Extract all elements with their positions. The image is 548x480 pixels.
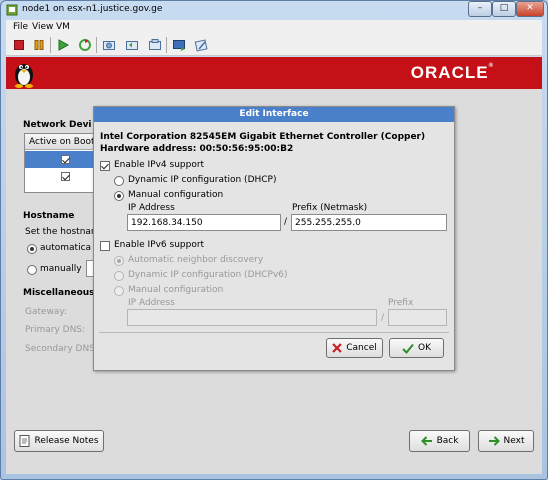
hardware-address: Hardware address: 00:50:56:95:00:B2 bbox=[100, 144, 294, 154]
enable-ipv6-label: Enable IPv6 support bbox=[114, 240, 205, 250]
enable-ipv4-label: Enable IPv4 support bbox=[114, 160, 205, 170]
menu-vm[interactable]: VM bbox=[56, 22, 70, 32]
active-on-boot-checkbox[interactable] bbox=[61, 172, 70, 181]
manage-snapshots-icon[interactable] bbox=[148, 38, 162, 52]
device-name: Intel Corporation 82545EM Gigabit Ethern… bbox=[100, 132, 426, 142]
window-title: node1 on esx-n1.justice.gov.ge bbox=[22, 4, 163, 14]
cancel-icon bbox=[332, 343, 343, 353]
menu-file[interactable]: File bbox=[13, 22, 28, 32]
stop-icon[interactable] bbox=[12, 38, 26, 52]
enable-ipv6-checkbox[interactable] bbox=[100, 241, 110, 251]
back-arrow-icon bbox=[420, 436, 432, 446]
ipv4-manual-radio[interactable] bbox=[114, 191, 124, 201]
toolbar-separator bbox=[96, 37, 97, 53]
ipv4-manual-label: Manual configuration bbox=[128, 190, 224, 200]
hostname-manual-label: manually bbox=[40, 264, 82, 274]
hostname-manual-radio[interactable] bbox=[27, 265, 37, 275]
ipv6-dhcp-label: Dynamic IP configuration (DHCPv6) bbox=[128, 270, 288, 280]
tux-penguin-icon bbox=[15, 64, 33, 88]
miscellaneous-heading: Miscellaneous bbox=[23, 288, 95, 298]
primary-dns-label: Primary DNS: bbox=[25, 325, 86, 335]
ipv4-prefix-input[interactable]: 255.255.255.0 bbox=[291, 214, 447, 231]
oracle-logo: ORACLE® bbox=[384, 63, 494, 83]
cancel-button[interactable]: Cancel bbox=[326, 338, 383, 358]
ipv6-auto-radio[interactable] bbox=[114, 256, 124, 266]
dialog-title: Edit Interface bbox=[94, 107, 454, 122]
ipv6-auto-label: Automatic neighbor discovery bbox=[128, 255, 264, 265]
close-button[interactable]: ✕ bbox=[516, 1, 544, 17]
next-label: Next bbox=[503, 436, 525, 446]
toolbar-separator bbox=[166, 37, 167, 53]
menu-view[interactable]: View bbox=[32, 22, 53, 32]
snapshot-icon[interactable] bbox=[102, 38, 116, 52]
network-device-row-selected[interactable] bbox=[25, 151, 95, 168]
ipv6-ip-address-input[interactable] bbox=[127, 309, 377, 326]
ipv4-ip-address-input[interactable]: 192.168.34.150 bbox=[127, 214, 281, 231]
hostname-automatic-label: automatica bbox=[40, 243, 92, 253]
pause-icon[interactable] bbox=[32, 38, 46, 52]
next-arrow-icon bbox=[488, 436, 500, 446]
ipv4-dhcp-radio[interactable] bbox=[114, 176, 124, 186]
ok-check-icon bbox=[402, 343, 414, 354]
reset-icon[interactable] bbox=[78, 38, 92, 52]
play-icon[interactable] bbox=[56, 38, 70, 52]
back-button[interactable]: Back bbox=[409, 430, 470, 452]
secondary-dns-label: Secondary DNS bbox=[25, 344, 95, 354]
ipv6-prefix-separator: / bbox=[381, 313, 385, 323]
active-on-boot-checkbox[interactable] bbox=[61, 155, 70, 164]
ipv6-prefix-label: Prefix bbox=[388, 298, 414, 308]
minimize-button[interactable]: – bbox=[468, 1, 492, 17]
registered-mark: ® bbox=[488, 63, 494, 69]
dialog-divider bbox=[99, 332, 449, 333]
hostname-automatic-radio[interactable] bbox=[27, 244, 37, 254]
revert-snapshot-icon[interactable] bbox=[125, 38, 139, 52]
active-on-boot-column-header[interactable]: Active on Boot bbox=[25, 134, 95, 150]
ipv6-manual-label: Manual configuration bbox=[128, 285, 224, 295]
next-button[interactable]: Next bbox=[478, 430, 534, 452]
ok-button[interactable]: OK bbox=[389, 338, 444, 358]
network-devices-heading: Network Devi bbox=[23, 120, 92, 130]
cancel-label: Cancel bbox=[346, 343, 377, 353]
release-notes-button[interactable]: Release Notes bbox=[14, 430, 104, 452]
menu-bar bbox=[6, 20, 542, 34]
ipv4-dhcp-label: Dynamic IP configuration (DHCP) bbox=[128, 175, 277, 185]
vm-app-icon bbox=[6, 4, 18, 16]
ipv6-ip-address-label: IP Address bbox=[128, 298, 175, 308]
oracle-logo-text: ORACLE bbox=[410, 63, 489, 82]
settings-icon[interactable] bbox=[194, 38, 208, 52]
ip-prefix-separator: / bbox=[284, 217, 288, 227]
ipv6-dhcp-radio[interactable] bbox=[114, 271, 124, 281]
toolbar-separator bbox=[50, 37, 51, 53]
ipv4-ip-address-label: IP Address bbox=[128, 203, 175, 213]
maximize-button[interactable]: □ bbox=[492, 1, 516, 17]
release-notes-label: Release Notes bbox=[34, 436, 99, 446]
console-icon[interactable] bbox=[172, 38, 186, 52]
notes-icon bbox=[19, 435, 30, 447]
hostname-heading: Hostname bbox=[23, 211, 75, 221]
ipv6-manual-radio[interactable] bbox=[114, 286, 124, 296]
hostname-description: Set the hostnar bbox=[25, 227, 95, 237]
back-label: Back bbox=[436, 436, 459, 446]
ipv6-prefix-input[interactable] bbox=[388, 309, 447, 326]
ok-label: OK bbox=[418, 343, 431, 353]
ipv4-prefix-label: Prefix (Netmask) bbox=[292, 203, 368, 213]
gateway-label: Gateway: bbox=[25, 307, 68, 317]
enable-ipv4-checkbox[interactable] bbox=[100, 161, 110, 171]
